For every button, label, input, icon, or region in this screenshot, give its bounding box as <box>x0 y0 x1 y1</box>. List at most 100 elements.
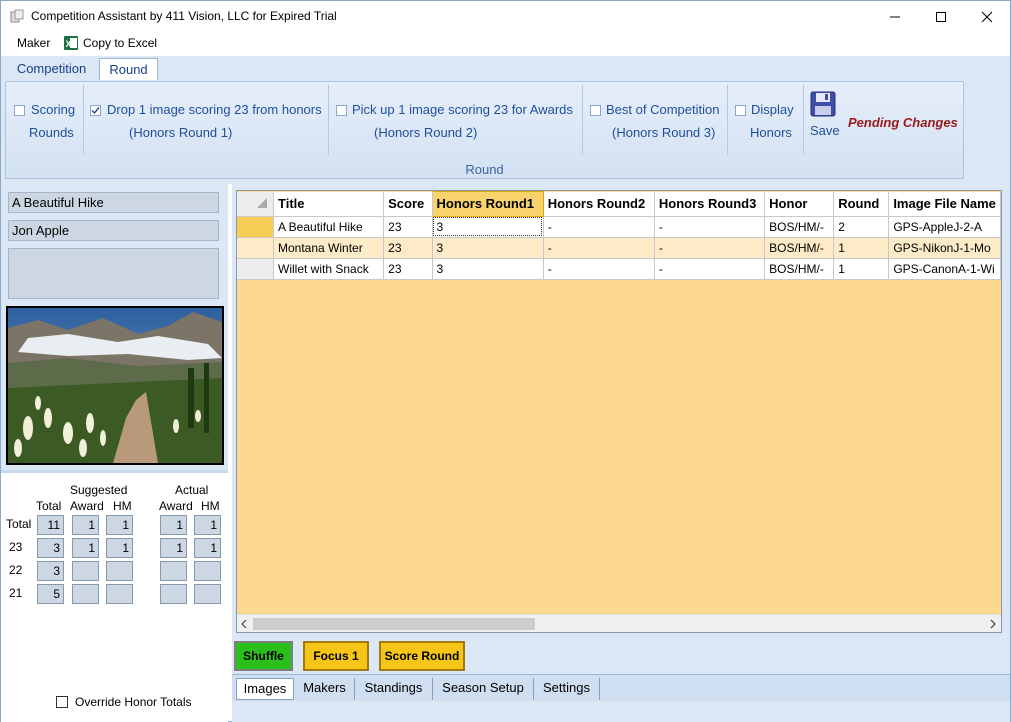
tab-makers[interactable]: Makers <box>295 678 355 700</box>
cell-honors-round1[interactable]: 3 <box>432 216 544 238</box>
horizontal-scrollbar[interactable] <box>237 614 1001 632</box>
actual-award-count[interactable]: 1 <box>160 515 187 535</box>
drop-checkbox[interactable] <box>90 105 101 116</box>
col-suggested-hm: HM <box>113 499 132 513</box>
cell-score[interactable]: 23 <box>383 216 433 238</box>
actual-hm-count[interactable]: 1 <box>194 538 221 558</box>
row-header[interactable] <box>237 237 274 259</box>
row-header[interactable] <box>237 258 274 280</box>
override-checkbox[interactable] <box>56 696 68 708</box>
actual-award-count[interactable] <box>160 561 187 581</box>
app-window: Competition Assistant by 411 Vision, LLC… <box>0 0 1011 722</box>
close-button[interactable] <box>964 1 1010 32</box>
app-icon <box>10 9 24 23</box>
cell-score[interactable]: 23 <box>383 258 433 280</box>
cell-honors-round3[interactable]: - <box>654 216 766 238</box>
menu-bar: Maker X Copy to Excel <box>1 32 1010 56</box>
actual-hm-count[interactable] <box>194 584 221 604</box>
column-header-image-file-name[interactable]: Image File Name <box>888 191 1001 217</box>
image-title-field[interactable]: A Beautiful Hike <box>8 192 219 213</box>
pickup-label: Pick up 1 image scoring 23 for Awards <box>352 102 573 117</box>
scroll-right-icon[interactable] <box>989 619 997 629</box>
table-row[interactable]: A Beautiful Hike 23 3 - - BOS/HM/- 2 GPS… <box>237 216 1001 238</box>
images-grid[interactable]: Title Score Honors Round1 Honors Round2 … <box>236 190 1002 633</box>
cell-honor[interactable]: BOS/HM/- <box>764 216 835 238</box>
pending-changes-text: Pending Changes <box>848 115 958 130</box>
tab-season-setup[interactable]: Season Setup <box>433 678 534 700</box>
best-checkbox[interactable] <box>590 105 601 116</box>
cell-honor[interactable]: BOS/HM/- <box>764 237 835 259</box>
cell-honors-round1[interactable]: 3 <box>432 258 544 280</box>
cell-round[interactable]: 2 <box>833 216 890 238</box>
display-honors-group: Display Honors <box>728 85 804 155</box>
cell-round[interactable]: 1 <box>833 237 890 259</box>
total-count: 5 <box>37 584 64 604</box>
cell-honors-round3[interactable]: - <box>654 237 766 259</box>
table-row[interactable]: Montana Winter 23 3 - - BOS/HM/- 1 GPS-N… <box>237 237 1001 259</box>
cell-title[interactable]: Montana Winter <box>273 237 385 259</box>
grid-corner[interactable] <box>237 191 274 217</box>
image-preview <box>6 306 224 465</box>
focus-button[interactable]: Focus 1 <box>303 641 369 671</box>
honor-stats-panel: Suggested Actual Total Award HM Award HM… <box>1 470 228 722</box>
cell-honors-round1[interactable]: 3 <box>432 237 544 259</box>
column-header-honors-round1[interactable]: Honors Round1 <box>431 191 544 217</box>
maker-name-field[interactable]: Jon Apple <box>8 220 219 241</box>
ribbon-area: Competition Round Scoring Rounds Drop 1 … <box>1 56 1010 184</box>
tab-competition[interactable]: Competition <box>5 58 98 80</box>
ribbon-panel: Scoring Rounds Drop 1 image scoring 23 f… <box>5 81 964 179</box>
column-header-honors-round2[interactable]: Honors Round2 <box>543 191 655 217</box>
bottom-tab-bar: Images Makers Standings Season Setup Set… <box>232 674 1010 701</box>
menu-copy-to-excel[interactable]: Copy to Excel <box>83 36 157 50</box>
cell-image-file-name[interactable]: GPS-CanonA-1-Wi <box>888 258 1001 280</box>
actual-award-count[interactable] <box>160 584 187 604</box>
column-header-honor[interactable]: Honor <box>764 191 835 217</box>
floppy-disk-icon <box>810 91 836 117</box>
cell-honors-round2[interactable]: - <box>543 237 655 259</box>
cell-honors-round2[interactable]: - <box>543 216 655 238</box>
actual-hm-count[interactable] <box>194 561 221 581</box>
scroll-left-icon[interactable] <box>240 619 248 629</box>
cell-honor[interactable]: BOS/HM/- <box>764 258 835 280</box>
table-row[interactable]: Willet with Snack 23 3 - - BOS/HM/- 1 GP… <box>237 258 1001 280</box>
cell-honors-round3[interactable]: - <box>654 258 766 280</box>
maximize-button[interactable] <box>918 1 964 32</box>
scoring-rounds-checkbox[interactable] <box>14 105 25 116</box>
score-round-button[interactable]: Score Round <box>379 641 465 671</box>
cell-title[interactable]: Willet with Snack <box>273 258 385 280</box>
scoring-rounds-label: Scoring <box>31 102 76 117</box>
notes-field[interactable] <box>8 248 219 299</box>
cell-title[interactable]: A Beautiful Hike <box>273 216 385 238</box>
save-button[interactable]: Save <box>806 85 842 145</box>
suggested-hm-count: 1 <box>106 538 133 558</box>
drop-sublabel: (Honors Round 1) <box>129 125 233 140</box>
display-honors-label: Display <box>751 102 794 117</box>
menu-maker[interactable]: Maker <box>17 36 50 50</box>
row-label: 21 <box>9 586 23 600</box>
cell-honors-round2[interactable]: - <box>543 258 655 280</box>
row-header[interactable] <box>237 216 274 238</box>
minimize-button[interactable] <box>872 1 918 32</box>
actual-award-count[interactable]: 1 <box>160 538 187 558</box>
tab-standings[interactable]: Standings <box>355 678 433 700</box>
select-all-icon <box>257 197 267 208</box>
display-honors-checkbox[interactable] <box>735 105 746 116</box>
suggested-award-count: 1 <box>72 538 99 558</box>
cell-score[interactable]: 23 <box>383 237 433 259</box>
column-header-honors-round3[interactable]: Honors Round3 <box>654 191 766 217</box>
scoring-rounds-group: Scoring Rounds <box>6 85 84 155</box>
close-icon <box>981 11 993 23</box>
scrollbar-thumb[interactable] <box>253 618 535 630</box>
pickup-checkbox[interactable] <box>336 105 347 116</box>
cell-image-file-name[interactable]: GPS-AppleJ-2-A <box>888 216 1001 238</box>
cell-round[interactable]: 1 <box>833 258 890 280</box>
shuffle-button[interactable]: Shuffle <box>234 641 293 671</box>
tab-images[interactable]: Images <box>236 678 294 700</box>
column-header-title[interactable]: Title <box>273 191 385 217</box>
cell-image-file-name[interactable]: GPS-NikonJ-1-Mo <box>888 237 1001 259</box>
column-header-round[interactable]: Round <box>833 191 890 217</box>
actual-hm-count[interactable]: 1 <box>194 515 221 535</box>
tab-settings[interactable]: Settings <box>534 678 600 700</box>
tab-round[interactable]: Round <box>99 58 158 80</box>
column-header-score[interactable]: Score <box>383 191 433 217</box>
